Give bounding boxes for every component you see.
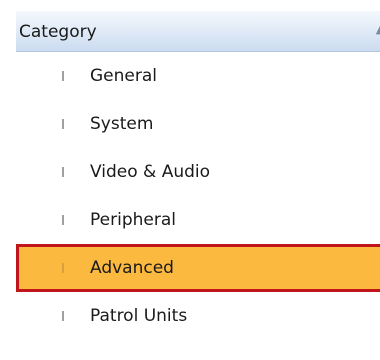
collapse-arrow-icon[interactable]: ▲ [374, 24, 380, 36]
category-header[interactable]: Category ▲ [16, 11, 380, 52]
category-item-label: Patrol Units [90, 306, 188, 326]
category-panel: Category ▲ General System Video & Audio … [0, 0, 380, 360]
category-item-advanced[interactable]: Advanced [16, 244, 380, 292]
category-item-general[interactable]: General [16, 52, 380, 100]
bullet-icon [62, 167, 64, 177]
bullet-icon [62, 215, 64, 225]
category-item-label: General [90, 66, 157, 86]
category-item-patrol-units[interactable]: Patrol Units [16, 292, 380, 340]
category-item-system[interactable]: System [16, 100, 380, 148]
category-item-peripheral[interactable]: Peripheral [16, 196, 380, 244]
bullet-icon [62, 71, 64, 81]
category-item-video-audio[interactable]: Video & Audio [16, 148, 380, 196]
category-item-label: Video & Audio [90, 162, 211, 182]
category-list: General System Video & Audio Peripheral … [16, 52, 380, 360]
category-item-label: Peripheral [90, 210, 176, 230]
bullet-icon [62, 263, 64, 273]
bullet-icon [62, 311, 64, 321]
category-item-label: Advanced [90, 258, 174, 278]
category-title: Category [19, 22, 97, 42]
bullet-icon [62, 119, 64, 129]
category-item-label: System [90, 114, 154, 134]
